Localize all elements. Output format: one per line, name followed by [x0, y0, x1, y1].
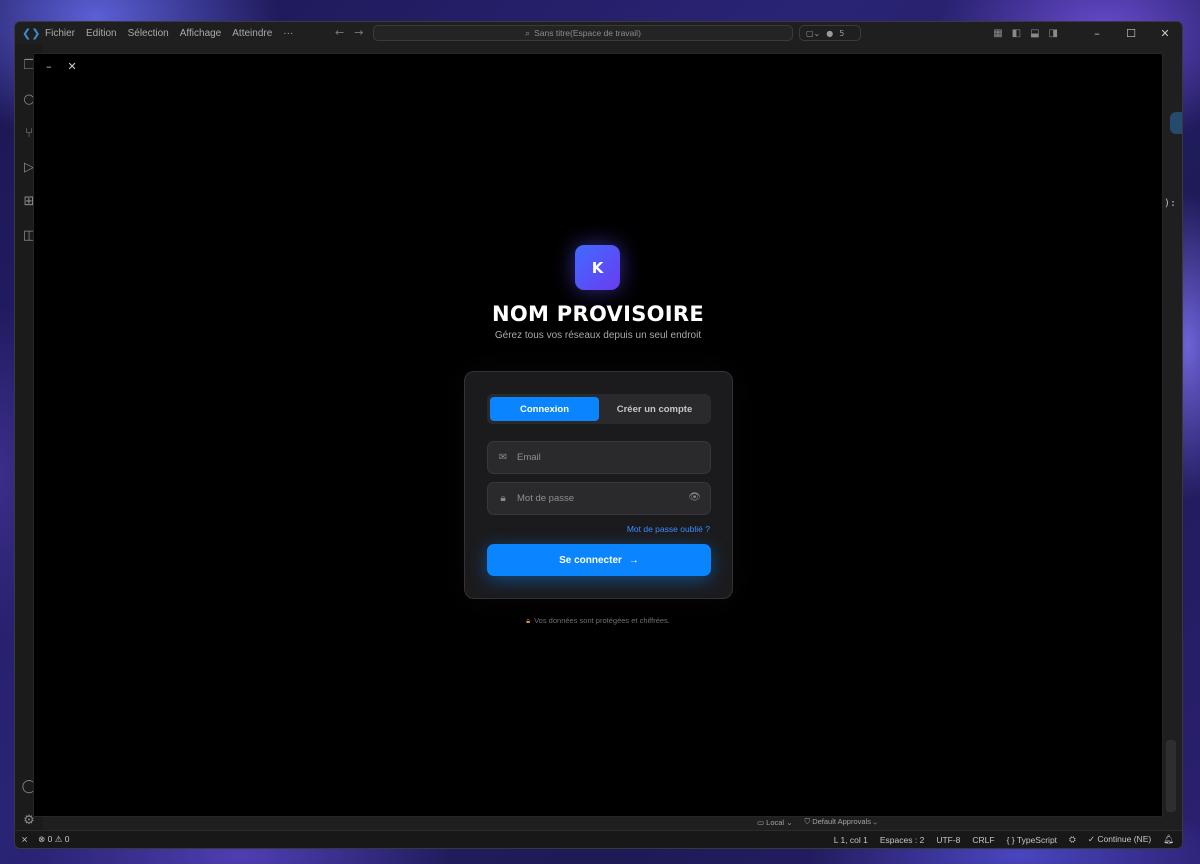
brand-logo-letter: K — [591, 258, 604, 277]
close-icon[interactable]: ✕ — [1148, 27, 1182, 40]
tab-login[interactable]: Connexion — [490, 397, 599, 421]
menu-edition[interactable]: Edition — [86, 28, 117, 39]
auth-tabs: Connexion Créer un compte — [487, 394, 711, 424]
tab-signup[interactable]: Créer un compte — [600, 397, 709, 421]
approvals-selector[interactable]: ⛉ Default Approvals ⌄ — [804, 817, 877, 827]
braces-icon: { } — [1006, 834, 1015, 845]
lock-icon: 🔒︎ — [500, 493, 506, 504]
search-icon: ⌕ — [525, 27, 531, 38]
email-input[interactable] — [517, 452, 667, 463]
toggle-panel-icon[interactable]: ⬓ — [1030, 28, 1039, 39]
notifications-bell-icon[interactable]: 🔔︎ — [1163, 834, 1174, 845]
menu-atteindre[interactable]: Atteindre — [232, 28, 272, 39]
app-close-icon[interactable]: ✕ — [68, 60, 77, 73]
remote-indicator-icon[interactable]: ⨯ — [21, 834, 28, 845]
vscode-logo-icon: ❮❯ — [22, 26, 41, 40]
menu-selection[interactable]: Sélection — [128, 28, 169, 39]
language-mode[interactable]: { } TypeScript — [1007, 835, 1057, 845]
arrow-right-icon: → — [628, 554, 639, 566]
cursor-position[interactable]: L 1, col 1 — [834, 835, 868, 845]
chat-toolbar: ▭ Local ⌄ ⛉ Default Approvals ⌄ — [757, 815, 967, 829]
maximize-icon[interactable]: ☐ — [1114, 27, 1148, 40]
copilot-status-icon[interactable]: ⛭ — [1069, 834, 1076, 845]
end-of-line[interactable]: CRLF — [972, 835, 994, 845]
page-subtitle: Gérez tous vos réseaux depuis un seul en… — [494, 330, 702, 341]
copilot-icon: ▢⌄ — [806, 28, 821, 38]
login-button[interactable]: Se connecter → — [487, 544, 711, 576]
page-title: NOM PROVISOIRE — [491, 302, 705, 326]
password-input[interactable] — [517, 493, 667, 504]
indentation[interactable]: Espaces : 2 — [880, 835, 924, 845]
editor-scrollbar[interactable] — [1166, 740, 1176, 812]
editor-code-fragment: ): — [1163, 198, 1176, 209]
status-bar: ⨯ ⊗ 0 ⚠ 0 L 1, col 1 Espaces : 2 UTF-8 C… — [15, 830, 1182, 848]
problems-indicator[interactable]: ⊗ 0 ⚠ 0 — [38, 834, 69, 845]
menu-more[interactable]: ··· — [283, 28, 293, 39]
app-minimize-icon[interactable]: – — [46, 60, 52, 73]
local-selector[interactable]: ▭ Local ⌄ — [757, 818, 792, 827]
copilot-count: 5 — [839, 28, 845, 38]
vscode-titlebar: ❮❯ Fichier Edition Sélection Affichage A… — [15, 22, 1182, 44]
error-icon: ⊗ — [38, 834, 46, 844]
app-window: – ✕ K NOM PROVISOIRE Gérez tous vos rése… — [33, 53, 1163, 817]
password-field[interactable]: 🔒︎ 👁︎ — [487, 482, 711, 515]
security-note: 🔒︎ Vos données sont protégées et chiffrée… — [34, 616, 1162, 626]
minimize-icon[interactable]: – — [1080, 27, 1114, 40]
vscode-window-controls: ▦ ◧ ⬓ ◨ – ☐ ✕ — [993, 22, 1182, 44]
copilot-status[interactable]: ▢⌄ ● 5 — [799, 25, 861, 41]
auth-card: Connexion Créer un compte ✉ 🔒︎ 👁︎ Mot de… — [464, 371, 733, 599]
toggle-sidebar-icon[interactable]: ◧ — [1012, 28, 1021, 39]
lock-icon: 🔒︎ — [526, 616, 531, 625]
nav-back-forward-icons[interactable]: ←→ — [335, 26, 373, 39]
layout-controls: ▦ ◧ ⬓ ◨ — [993, 28, 1058, 39]
email-field[interactable]: ✉ — [487, 441, 711, 474]
command-center-label: Sans titre(Espace de travail) — [534, 28, 641, 38]
login-button-label: Se connecter — [559, 554, 622, 566]
editor-minimap-chip — [1170, 112, 1182, 134]
copilot-dot-icon: ● — [826, 28, 834, 38]
forgot-password-link[interactable]: Mot de passe oublié ? — [627, 524, 710, 534]
toggle-secondary-sidebar-icon[interactable]: ◨ — [1049, 28, 1058, 39]
show-password-eye-icon[interactable]: 👁︎ — [688, 492, 701, 503]
mail-icon: ✉ — [498, 452, 508, 463]
app-window-controls: – ✕ — [46, 60, 77, 73]
menu-fichier[interactable]: Fichier — [45, 28, 75, 39]
check-icon: ✓ — [1087, 834, 1095, 844]
command-center[interactable]: ⌕ Sans titre(Espace de travail) — [373, 25, 793, 41]
menu-affichage[interactable]: Affichage — [180, 28, 222, 39]
warning-icon: ⚠ — [54, 834, 63, 844]
encoding[interactable]: UTF-8 — [936, 835, 960, 845]
layout-customize-icon[interactable]: ▦ — [993, 28, 1002, 39]
brand-logo: K — [575, 245, 620, 290]
security-note-text: Vos données sont protégées et chiffrées. — [534, 616, 670, 625]
continue-status[interactable]: ✓ Continue (NE) — [1088, 834, 1151, 845]
